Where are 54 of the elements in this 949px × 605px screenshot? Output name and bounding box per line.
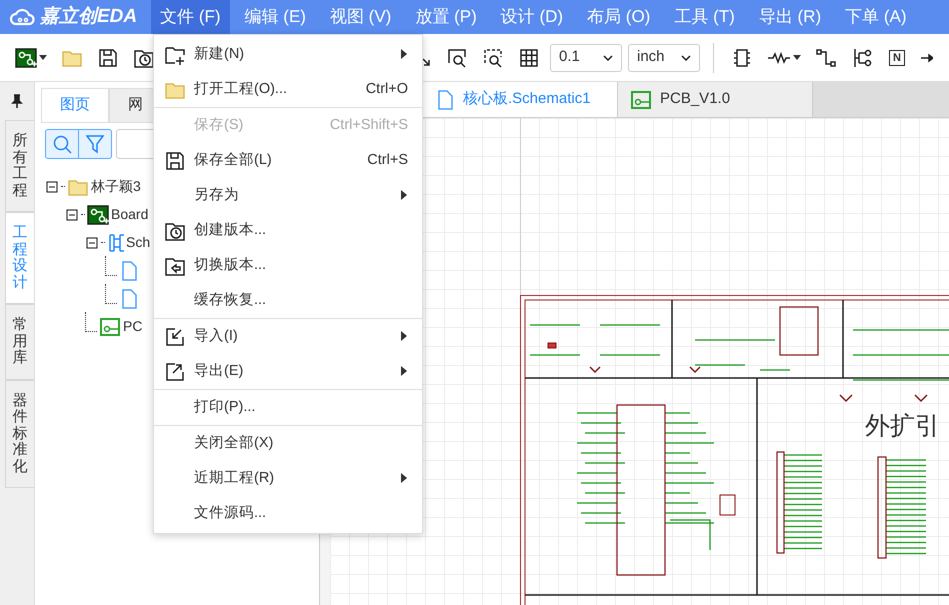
menu-option[interactable]: 另存为: [154, 178, 422, 213]
menu-option[interactable]: 创建版本...: [154, 213, 422, 248]
menu-option[interactable]: 保存全部(L) Ctrl+S: [154, 143, 422, 178]
tree-item[interactable]: PC: [123, 316, 142, 337]
shortcut: Ctrl+O: [366, 80, 408, 99]
zoom-selection-icon[interactable]: [482, 46, 504, 68]
chevron-icon: [681, 54, 691, 60]
shortcut: Ctrl+Shift+S: [330, 116, 408, 135]
tree-item[interactable]: 林子颖3: [91, 176, 141, 197]
zoom-icon[interactable]: [446, 46, 468, 68]
caret-icon[interactable]: [793, 54, 801, 60]
menu-item[interactable]: 文件 (F): [151, 0, 230, 34]
dropdown[interactable]: 0.1: [550, 44, 622, 72]
collapse-icon[interactable]: [45, 180, 59, 194]
pin-icon[interactable]: [11, 94, 23, 108]
menu-option[interactable]: 打印(P)...: [154, 390, 422, 425]
wire-icon[interactable]: [815, 46, 837, 68]
save-icon: [164, 150, 186, 172]
menu-option[interactable]: 导出(E): [154, 354, 422, 389]
menu-option[interactable]: 切换版本...: [154, 248, 422, 283]
tree-item[interactable]: Sch: [126, 232, 150, 253]
side-tab[interactable]: 器件标准化: [5, 380, 34, 488]
caret-icon[interactable]: [39, 54, 47, 60]
menu-option[interactable]: 缓存恢复...: [154, 283, 422, 318]
sheet-title: 外扩引: [865, 412, 940, 442]
export-icon: [164, 360, 186, 382]
net-label-tool[interactable]: N: [889, 50, 905, 66]
menu-option[interactable]: 导入(I): [154, 319, 422, 354]
menu-option[interactable]: 文件源码...: [154, 496, 422, 531]
board-icon[interactable]: [15, 46, 37, 68]
search-icon[interactable]: [52, 134, 72, 154]
board-icon: [87, 204, 109, 226]
filter-icon[interactable]: [85, 134, 105, 154]
menu-option[interactable]: 近期工程(R): [154, 461, 422, 496]
pcb-icon: [99, 316, 121, 338]
side-tab[interactable]: 所有工程: [5, 120, 34, 212]
menu-option[interactable]: 关闭全部(X): [154, 426, 422, 461]
logo-text: 嘉立创EDA: [40, 4, 138, 29]
grid-icon[interactable]: [518, 46, 540, 68]
sheet-icon: [107, 232, 124, 254]
collapse-icon[interactable]: [65, 208, 79, 222]
save-icon[interactable]: [97, 46, 119, 68]
tree-item[interactable]: Board: [111, 204, 148, 225]
dropdown[interactable]: inch: [628, 44, 700, 72]
chevron-icon: [603, 54, 613, 60]
collapse-icon[interactable]: [85, 236, 99, 250]
import-icon: [164, 326, 186, 348]
document-tab[interactable]: PCB_V1.0: [618, 82, 813, 117]
chip-icon[interactable]: [731, 46, 753, 68]
shortcut: Ctrl+S: [367, 150, 408, 170]
menu-option[interactable]: 新建(N): [154, 37, 422, 72]
side-tab[interactable]: 常用库: [5, 304, 34, 380]
cloud-icon: [10, 7, 36, 27]
pcb-icon: [630, 88, 652, 110]
